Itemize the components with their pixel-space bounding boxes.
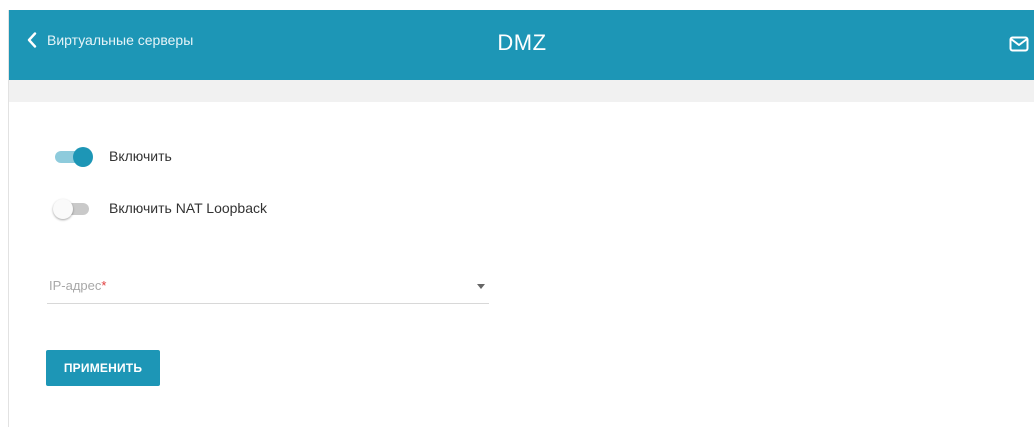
app-frame: Виртуальные серверы DMZ Включить Включит… [8, 10, 1034, 427]
ip-address-select[interactable]: IP-адрес* [47, 272, 489, 304]
nat-loopback-toggle-row[interactable]: Включить NAT Loopback [53, 198, 268, 219]
mail-icon [1009, 36, 1029, 56]
nat-loopback-switch[interactable] [53, 198, 93, 219]
page-title: DMZ [497, 30, 547, 55]
nat-loopback-label: Включить NAT Loopback [109, 200, 268, 216]
enable-label: Включить [109, 148, 172, 164]
top-bar: Виртуальные серверы DMZ [9, 10, 1034, 80]
apply-button[interactable]: ПРИМЕНИТЬ [46, 350, 160, 386]
header-divider-band [9, 80, 1034, 102]
ip-address-label: IP-адрес* [49, 278, 107, 293]
required-mark: * [101, 278, 107, 293]
enable-switch[interactable] [53, 146, 93, 167]
dropdown-caret-icon [477, 284, 485, 289]
enable-toggle-row[interactable]: Включить [53, 146, 172, 167]
mail-button[interactable] [1009, 36, 1029, 57]
